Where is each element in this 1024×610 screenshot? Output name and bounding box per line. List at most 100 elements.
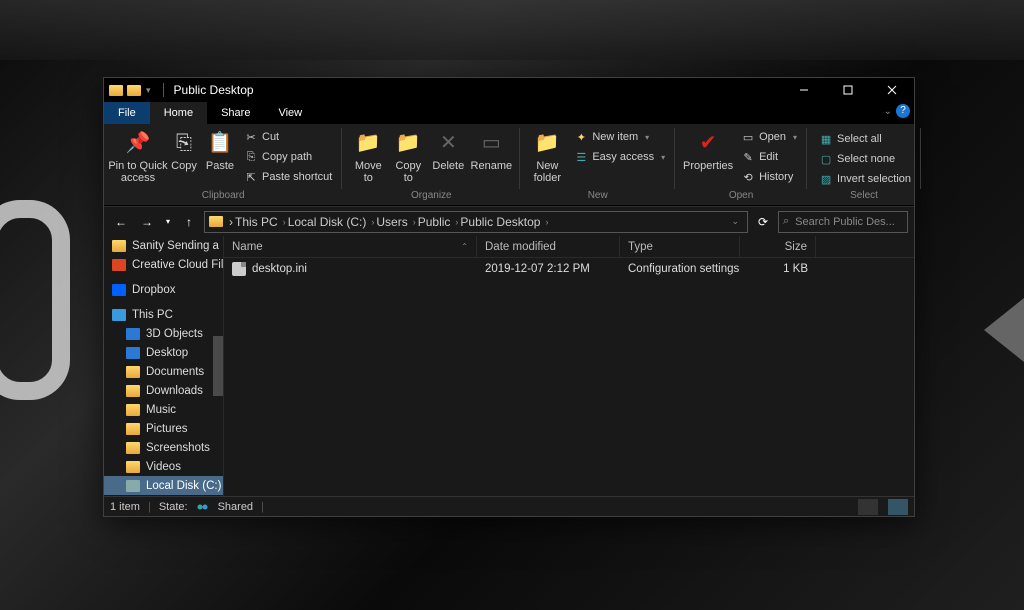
ribbon-tabs: File Home Share View ⌄ ? [104, 102, 914, 124]
window-title: Public Desktop [170, 83, 782, 97]
copy-to-button[interactable]: 📁 Copy to [388, 126, 428, 184]
large-icons-view-button[interactable] [888, 499, 908, 515]
collapse-ribbon-icon[interactable]: ⌄ [884, 106, 892, 117]
breadcrumb-caret-icon[interactable]: › [545, 217, 548, 227]
easy-access-button[interactable]: ☰Easy access▾ [570, 148, 669, 166]
move-to-icon: 📁 [355, 130, 381, 156]
file-list[interactable]: Name⌃ Date modified Type Size desktop.in… [224, 236, 914, 496]
sidebar-scrollbar[interactable] [213, 336, 223, 396]
breadcrumb-caret[interactable]: › [229, 215, 233, 229]
maximize-button[interactable] [826, 78, 870, 102]
close-button[interactable] [870, 78, 914, 102]
delete-button[interactable]: ✕ Delete [428, 126, 468, 172]
sidebar-item[interactable]: Music [104, 400, 223, 419]
search-icon: ⌕ [783, 215, 789, 228]
column-headers[interactable]: Name⌃ Date modified Type Size [224, 236, 914, 258]
sidebar-item[interactable]: This PC [104, 305, 223, 324]
tab-home[interactable]: Home [150, 102, 207, 124]
back-button[interactable]: ← [110, 211, 132, 233]
new-folder-icon: 📁 [534, 130, 560, 156]
tab-share[interactable]: Share [207, 102, 264, 124]
move-to-button[interactable]: 📁 Move to [348, 126, 388, 184]
qat-dropdown-icon[interactable]: ▾ [144, 85, 153, 96]
breadcrumb-segment[interactable]: Local Disk (C:)› [288, 215, 375, 229]
qat-icon[interactable] [127, 85, 141, 96]
copy-path-icon: ⎘ [244, 150, 258, 164]
breadcrumb-segment[interactable]: Users› [376, 215, 415, 229]
paste-button[interactable]: 📋 Paste [202, 126, 238, 172]
file-row[interactable]: desktop.ini2019-12-07 2:12 PMConfigurati… [224, 258, 914, 280]
address-dropdown-icon[interactable]: ⌄ [727, 216, 743, 227]
invert-selection-button[interactable]: ▨Invert selection [815, 170, 915, 188]
new-item-button[interactable]: ✦New item▾ [570, 128, 669, 146]
copy-path-button[interactable]: ⎘Copy path [240, 148, 336, 166]
tab-view[interactable]: View [264, 102, 316, 124]
history-button[interactable]: ⟲History [737, 168, 801, 186]
new-folder-button[interactable]: 📁 New folder [526, 126, 568, 184]
column-size[interactable]: Size [740, 236, 816, 257]
sidebar-item[interactable]: New Volume (D: [104, 495, 223, 496]
shortcut-icon: ⇱ [244, 170, 258, 184]
sidebar-item[interactable]: Pictures [104, 419, 223, 438]
select-all-icon: ▦ [819, 132, 833, 146]
content-area: Sanity Sending a⌃Creative Cloud Fil Dropb… [104, 236, 914, 496]
breadcrumb-segment[interactable]: Public Desktop› [460, 215, 548, 229]
cut-button[interactable]: ✂Cut [240, 128, 336, 146]
edit-icon: ✎ [741, 150, 755, 164]
pin-icon: 📌 [125, 130, 151, 156]
file-date: 2019-12-07 2:12 PM [477, 263, 620, 275]
edit-button[interactable]: ✎Edit [737, 148, 801, 166]
breadcrumb-caret-icon[interactable]: › [455, 217, 458, 227]
column-type[interactable]: Type [620, 236, 740, 257]
pin-label: Pin to Quick access [108, 160, 167, 184]
refresh-button[interactable]: ⟳ [752, 211, 774, 233]
sidebar-item[interactable]: Desktop [104, 343, 223, 362]
rename-icon: ▭ [478, 130, 504, 156]
forward-button[interactable]: → [136, 211, 158, 233]
search-box[interactable]: ⌕ Search Public Des... [778, 211, 908, 233]
breadcrumb-segment[interactable]: This PC› [235, 215, 286, 229]
open-button[interactable]: ▭Open▾ [737, 128, 801, 146]
pin-to-quick-access-button[interactable]: 📌 Pin to Quick access [110, 126, 166, 184]
status-bar: 1 item | State: Shared | [104, 496, 914, 516]
breadcrumb-caret-icon[interactable]: › [283, 217, 286, 227]
select-all-button[interactable]: ▦Select all [815, 130, 915, 148]
search-placeholder: Search Public Des... [795, 216, 895, 228]
details-view-button[interactable] [858, 499, 878, 515]
properties-icon: ✔ [695, 130, 721, 156]
new-item-icon: ✦ [574, 130, 588, 144]
sidebar-item-label: Music [146, 404, 176, 416]
sidebar-item[interactable]: Dropbox [104, 280, 223, 299]
properties-button[interactable]: ✔ Properties [681, 126, 735, 172]
paste-shortcut-button[interactable]: ⇱Paste shortcut [240, 168, 336, 186]
sidebar-item[interactable]: 3D Objects [104, 324, 223, 343]
help-button[interactable]: ? [896, 104, 910, 118]
titlebar[interactable]: ▾ Public Desktop [104, 78, 914, 102]
sidebar-item[interactable]: Documents [104, 362, 223, 381]
sidebar-item-label: Pictures [146, 423, 188, 435]
address-bar[interactable]: › This PC›Local Disk (C:)›Users›Public›P… [204, 211, 748, 233]
sidebar-item[interactable]: Creative Cloud Fil [104, 255, 223, 274]
select-none-button[interactable]: ▢Select none [815, 150, 915, 168]
breadcrumb-caret-icon[interactable]: › [371, 217, 374, 227]
column-name[interactable]: Name⌃ [224, 236, 477, 257]
sidebar-item[interactable]: Screenshots [104, 438, 223, 457]
sidebar-item-icon [126, 442, 140, 454]
sidebar-item[interactable]: Local Disk (C:) [104, 476, 223, 495]
breadcrumb-caret-icon[interactable]: › [413, 217, 416, 227]
recent-locations-button[interactable]: ▾ [162, 211, 174, 233]
tab-file[interactable]: File [104, 102, 150, 124]
minimize-button[interactable] [782, 78, 826, 102]
copy-button[interactable]: ⎘ Copy [166, 126, 202, 172]
sidebar-item[interactable]: Downloads [104, 381, 223, 400]
sidebar-item-label: Downloads [146, 385, 203, 397]
rename-button[interactable]: ▭ Rename [468, 126, 514, 172]
navigation-pane[interactable]: Sanity Sending a⌃Creative Cloud Fil Dropb… [104, 236, 224, 496]
column-date[interactable]: Date modified [477, 236, 620, 257]
breadcrumb-segment[interactable]: Public› [418, 215, 459, 229]
sidebar-item[interactable]: Sanity Sending a⌃ [104, 236, 223, 255]
ribbon: 📌 Pin to Quick access ⎘ Copy 📋 Paste ✂Cu… [104, 124, 914, 206]
up-button[interactable]: ↑ [178, 211, 200, 233]
history-icon: ⟲ [741, 170, 755, 184]
sidebar-item[interactable]: Videos [104, 457, 223, 476]
